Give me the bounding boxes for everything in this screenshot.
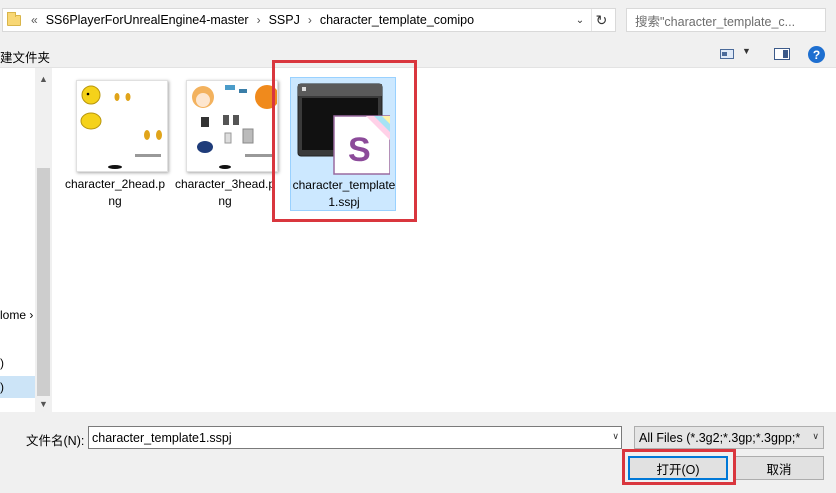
view-mode-icon[interactable] (720, 49, 734, 59)
help-icon[interactable]: ? (808, 46, 825, 63)
chevron-down-icon[interactable]: ∨ (612, 431, 619, 442)
breadcrumb-ss6player[interactable]: SS6PlayerForUnrealEngine4-master (46, 13, 249, 27)
chevron-right-icon[interactable]: › (257, 13, 261, 27)
scroll-up-icon[interactable]: ▲ (35, 70, 52, 87)
file-type-value: All Files (*.3g2;*.3gp;*.3gpp;* (639, 430, 801, 445)
nav-item-selected[interactable] (0, 376, 35, 398)
nav-item-drive-selected[interactable]: ) (0, 380, 4, 394)
toolbar: 建文件夹 ▼ ? (0, 40, 836, 68)
chevron-right-icon[interactable]: › (308, 13, 312, 27)
filename-label: 文件名(N): (26, 434, 85, 448)
nav-scrollbar[interactable]: ▲ ▼ (35, 68, 52, 412)
search-input[interactable]: 搜索"character_template_c... (626, 8, 826, 32)
chevron-down-icon[interactable]: ⌄ (571, 9, 589, 31)
highlight-box (272, 60, 417, 222)
file-name: character_3head.png (174, 177, 276, 208)
refresh-icon[interactable]: ↻ (591, 9, 611, 31)
navigation-pane[interactable]: lome › ) ) (0, 68, 35, 412)
file-item-character-2head[interactable]: character_2head.png (62, 68, 168, 208)
scroll-thumb[interactable] (37, 168, 50, 396)
nav-item-drive[interactable]: ) (0, 356, 4, 370)
breadcrumb-character-template[interactable]: character_template_comipo (320, 13, 474, 27)
view-dropdown-icon[interactable]: ▼ (742, 46, 751, 56)
image-thumbnail-icon (186, 80, 278, 172)
file-name: character_2head.png (64, 177, 166, 208)
open-highlight-box (622, 449, 736, 485)
address-bar[interactable]: « SS6PlayerForUnrealEngine4-master › SSP… (2, 8, 616, 32)
filename-value: character_template1.sspj (92, 430, 232, 445)
chevron-down-icon[interactable]: ∨ (812, 431, 819, 442)
breadcrumb-sspj[interactable]: SSPJ (269, 13, 300, 27)
file-type-select[interactable]: All Files (*.3g2;*.3gp;*.3gpp;* ∨ (634, 426, 824, 449)
preview-pane-icon[interactable] (774, 48, 790, 60)
folder-icon (7, 11, 21, 26)
filename-input[interactable]: character_template1.sspj ∨ (88, 426, 622, 449)
scroll-down-icon[interactable]: ▼ (35, 395, 52, 412)
bottom-panel: 文件名(N): character_template1.sspj ∨ All F… (0, 412, 836, 493)
file-item-character-3head[interactable]: character_3head.png (172, 68, 278, 208)
nav-item-home[interactable]: lome › (0, 308, 33, 322)
address-row: « SS6PlayerForUnrealEngine4-master › SSP… (0, 0, 836, 40)
breadcrumb-overflow[interactable]: « (31, 13, 38, 27)
cancel-button[interactable]: 取消 (734, 456, 824, 480)
image-thumbnail-icon (76, 80, 168, 172)
file-list: character_2head.png character_3head.png (52, 60, 836, 412)
new-folder-button[interactable]: 建文件夹 (0, 47, 50, 66)
